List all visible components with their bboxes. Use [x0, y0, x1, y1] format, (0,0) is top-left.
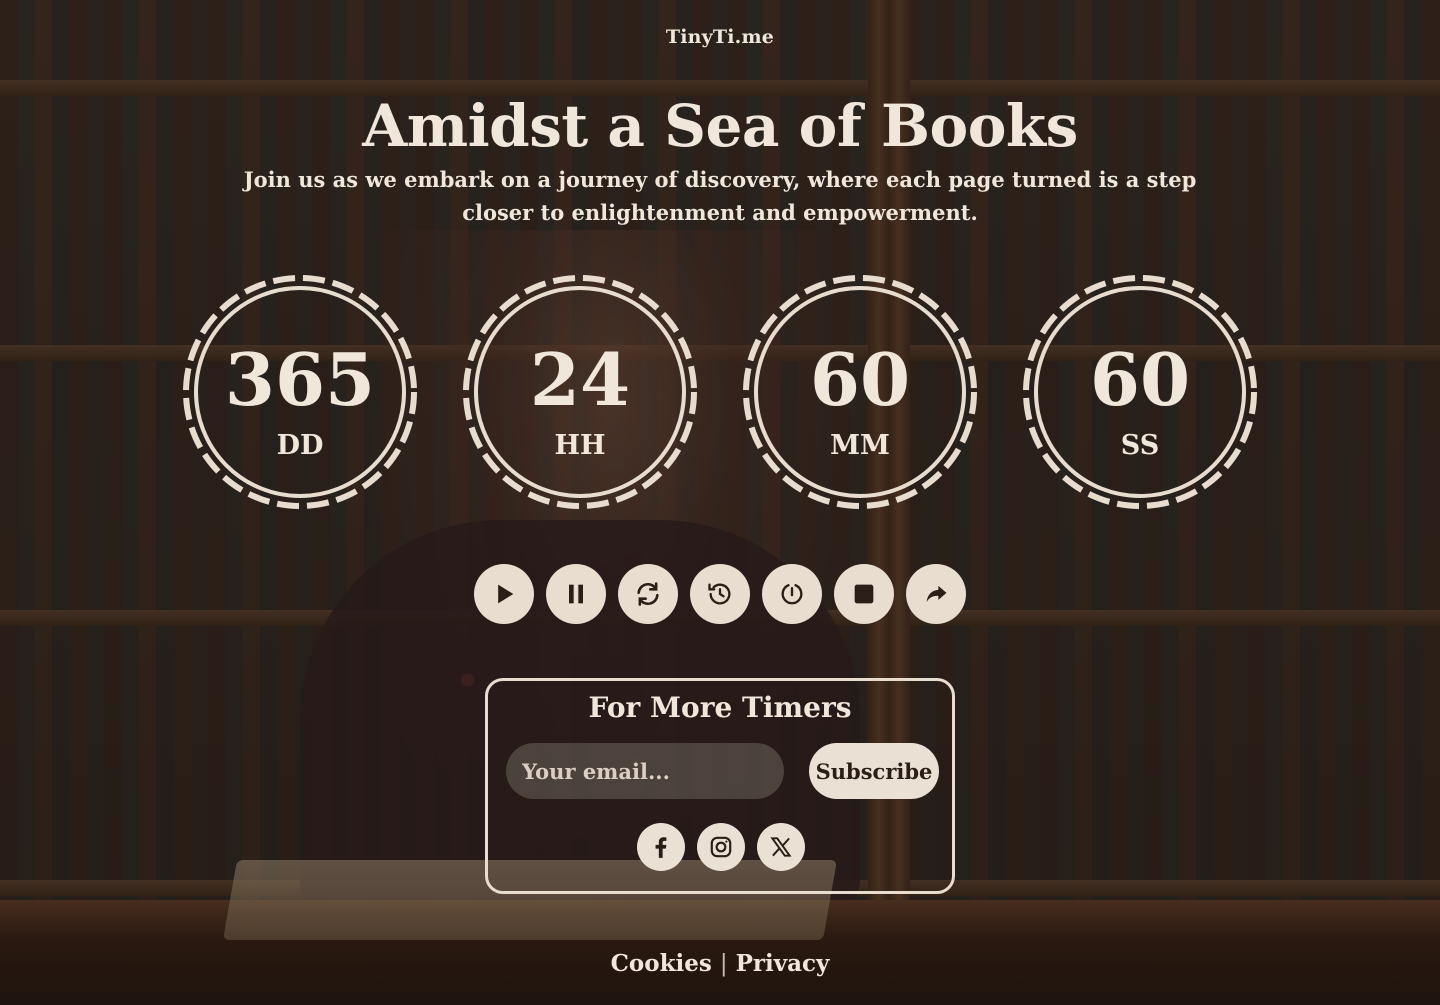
timer-minutes-unit: MM: [830, 430, 890, 461]
footer: Cookies | Privacy: [0, 950, 1440, 977]
page-subtitle: Join us as we embark on a journey of dis…: [243, 167, 1197, 225]
play-icon: [498, 584, 514, 604]
x-link[interactable]: [757, 823, 805, 871]
refresh-button[interactable]: [618, 564, 678, 624]
subscribe-panel: For More Timers Subscribe: [485, 678, 955, 894]
stop-button[interactable]: [834, 564, 894, 624]
instagram-icon: [710, 836, 732, 858]
timer-days-value: 365: [224, 337, 376, 422]
history-button[interactable]: [690, 564, 750, 624]
brand-logo[interactable]: TinyTi.me: [0, 26, 1440, 48]
timer-days-unit: DD: [276, 430, 324, 461]
x-icon: [770, 837, 792, 857]
footer-separator: |: [719, 951, 728, 977]
countdown-timers: 365 DD 24 HH 60 MM 60 SS: [0, 270, 1440, 515]
instagram-link[interactable]: [697, 823, 745, 871]
subscribe-button[interactable]: Subscribe: [809, 743, 939, 799]
timer-controls: [474, 564, 966, 624]
subscribe-heading: For More Timers: [588, 691, 852, 724]
page-title: Amidst a Sea of Books: [362, 92, 1078, 160]
timer-seconds-unit: SS: [1120, 430, 1160, 461]
refresh-icon: [637, 582, 659, 606]
restart-icon: [781, 584, 803, 605]
social-links: [637, 823, 805, 871]
facebook-icon: [655, 837, 667, 858]
pause-button[interactable]: [546, 564, 606, 624]
timer-minutes-value: 60: [809, 337, 911, 422]
timer-hours-value: 24: [529, 337, 631, 422]
timer-hours-unit: HH: [554, 430, 606, 461]
play-button[interactable]: [474, 564, 534, 624]
timer-minutes: 60 MM: [738, 270, 982, 514]
timer-seconds: 60 SS: [1018, 270, 1262, 514]
timer-seconds-value: 60: [1089, 337, 1191, 422]
facebook-link[interactable]: [637, 823, 685, 871]
privacy-link[interactable]: Privacy: [736, 950, 830, 977]
share-button[interactable]: [906, 564, 966, 624]
restart-button[interactable]: [762, 564, 822, 624]
stop-icon: [854, 584, 874, 604]
timer-days: 365 DD: [178, 270, 422, 514]
email-input[interactable]: [506, 743, 784, 799]
pause-icon: [569, 584, 583, 604]
history-icon: [708, 583, 731, 605]
timer-hours: 24 HH: [458, 270, 702, 514]
cookies-link[interactable]: Cookies: [611, 950, 712, 977]
share-icon: [926, 585, 947, 603]
